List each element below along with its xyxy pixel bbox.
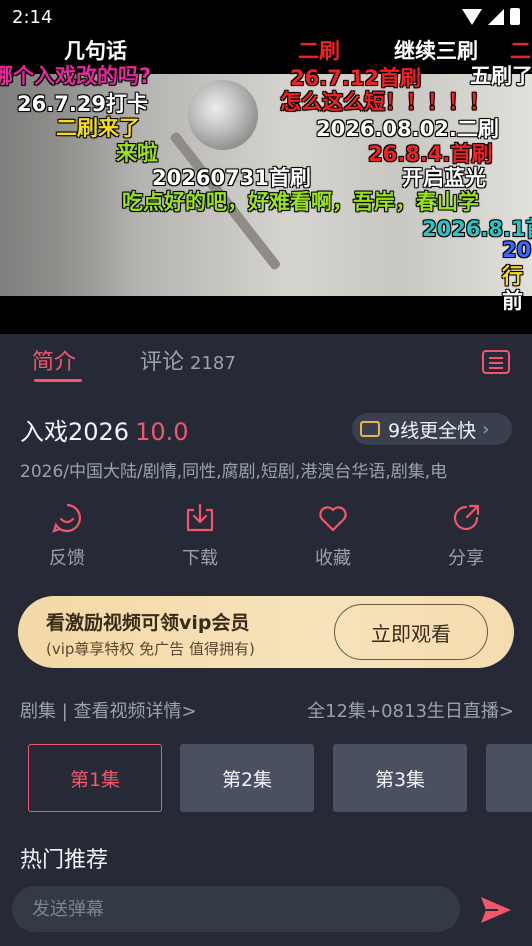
show-score: 10.0: [135, 418, 189, 446]
chevron-right-icon: ›: [482, 418, 490, 440]
danmaku-input[interactable]: [32, 886, 432, 932]
danmaku-comment: 哪个入戏改的吗?: [0, 64, 152, 88]
feedback-button[interactable]: 反馈: [27, 502, 107, 570]
status-icons: [462, 8, 520, 25]
vip-subtitle: (vip尊享特权 免广告 值得拥有): [46, 640, 255, 658]
title-row: 入戏2026 10.0: [20, 412, 189, 447]
heart-icon: [319, 506, 347, 532]
share-label: 分享: [448, 548, 484, 569]
danmaku-comment: 前: [502, 289, 523, 313]
share-button[interactable]: 分享: [426, 502, 506, 570]
share-icon: [453, 504, 480, 531]
hot-recommend-title: 热门推荐: [20, 848, 109, 873]
detail-tabs: 简介 评论 2187: [0, 334, 532, 390]
status-bar: 2:14: [0, 0, 532, 34]
tab-comments[interactable]: 评论 2187: [140, 344, 236, 376]
episodes-header: 剧集 | 查看视频详情> 全12集+0813生日直播>: [20, 697, 514, 723]
action-bar: 反馈 下载 收藏 分享: [0, 502, 532, 572]
danmaku-list-icon[interactable]: [482, 350, 510, 374]
show-tags: 2026/中国大陆/剧情,同性,腐剧,短剧,港澳台华语,剧集,电: [20, 462, 448, 482]
danmaku-comment: 怎么这么短！！！！！: [280, 90, 490, 114]
episode-item[interactable]: 第1集: [28, 744, 162, 812]
film-icon: [360, 421, 380, 437]
danmaku-comment: 20: [502, 238, 532, 262]
source-selector[interactable]: 9线更全快 ›: [352, 413, 512, 445]
episode-list: 第1集 第2集 第3集: [28, 744, 532, 812]
watch-now-button[interactable]: 立即观看: [334, 604, 488, 660]
tab-intro[interactable]: 简介: [32, 344, 76, 376]
battery-icon: [510, 8, 520, 25]
feedback-label: 反馈: [49, 548, 85, 569]
danmaku-comment: 吃点好的吧，好难看啊，吾岸，春山学: [122, 190, 479, 214]
favorite-button[interactable]: 收藏: [293, 502, 373, 570]
all-episodes-link[interactable]: 全12集+0813生日直播>: [307, 697, 514, 723]
signal-icon: [488, 8, 504, 25]
video-bell: [188, 80, 258, 150]
favorite-label: 收藏: [315, 548, 351, 569]
danmaku-comment: 二刷: [298, 39, 340, 63]
tab-comments-label: 评论: [140, 350, 185, 375]
vip-title: 看激励视频可领vip会员: [46, 612, 250, 634]
download-button[interactable]: 下载: [160, 502, 240, 570]
tab-indicator: [34, 379, 82, 382]
episode-item[interactable]: 第2集: [180, 744, 314, 812]
source-label: 9线更全快: [388, 419, 477, 442]
show-title: 入戏2026: [20, 418, 130, 446]
episode-item[interactable]: 第3集: [333, 744, 467, 812]
status-time: 2:14: [12, 7, 53, 28]
download-label: 下载: [182, 548, 218, 569]
danmaku-input-bar: [12, 886, 460, 932]
vip-banner: 看激励视频可领vip会员 (vip尊享特权 免广告 值得拥有) 立即观看: [18, 596, 514, 668]
comment-count: 2187: [190, 353, 236, 374]
episode-details-link[interactable]: 剧集 | 查看视频详情>: [20, 701, 197, 722]
download-icon: [186, 503, 214, 532]
episode-item-partial[interactable]: [486, 744, 532, 812]
wifi-icon: [462, 8, 482, 25]
video-player[interactable]: 2:14 几句话 二刷 继续三刷 二 哪个入戏改的吗? 26.7.12首刷 五刷…: [0, 0, 532, 334]
danmaku-comment: 继续三刷: [394, 39, 478, 63]
send-icon[interactable]: [478, 892, 514, 928]
feedback-icon: [52, 503, 82, 533]
